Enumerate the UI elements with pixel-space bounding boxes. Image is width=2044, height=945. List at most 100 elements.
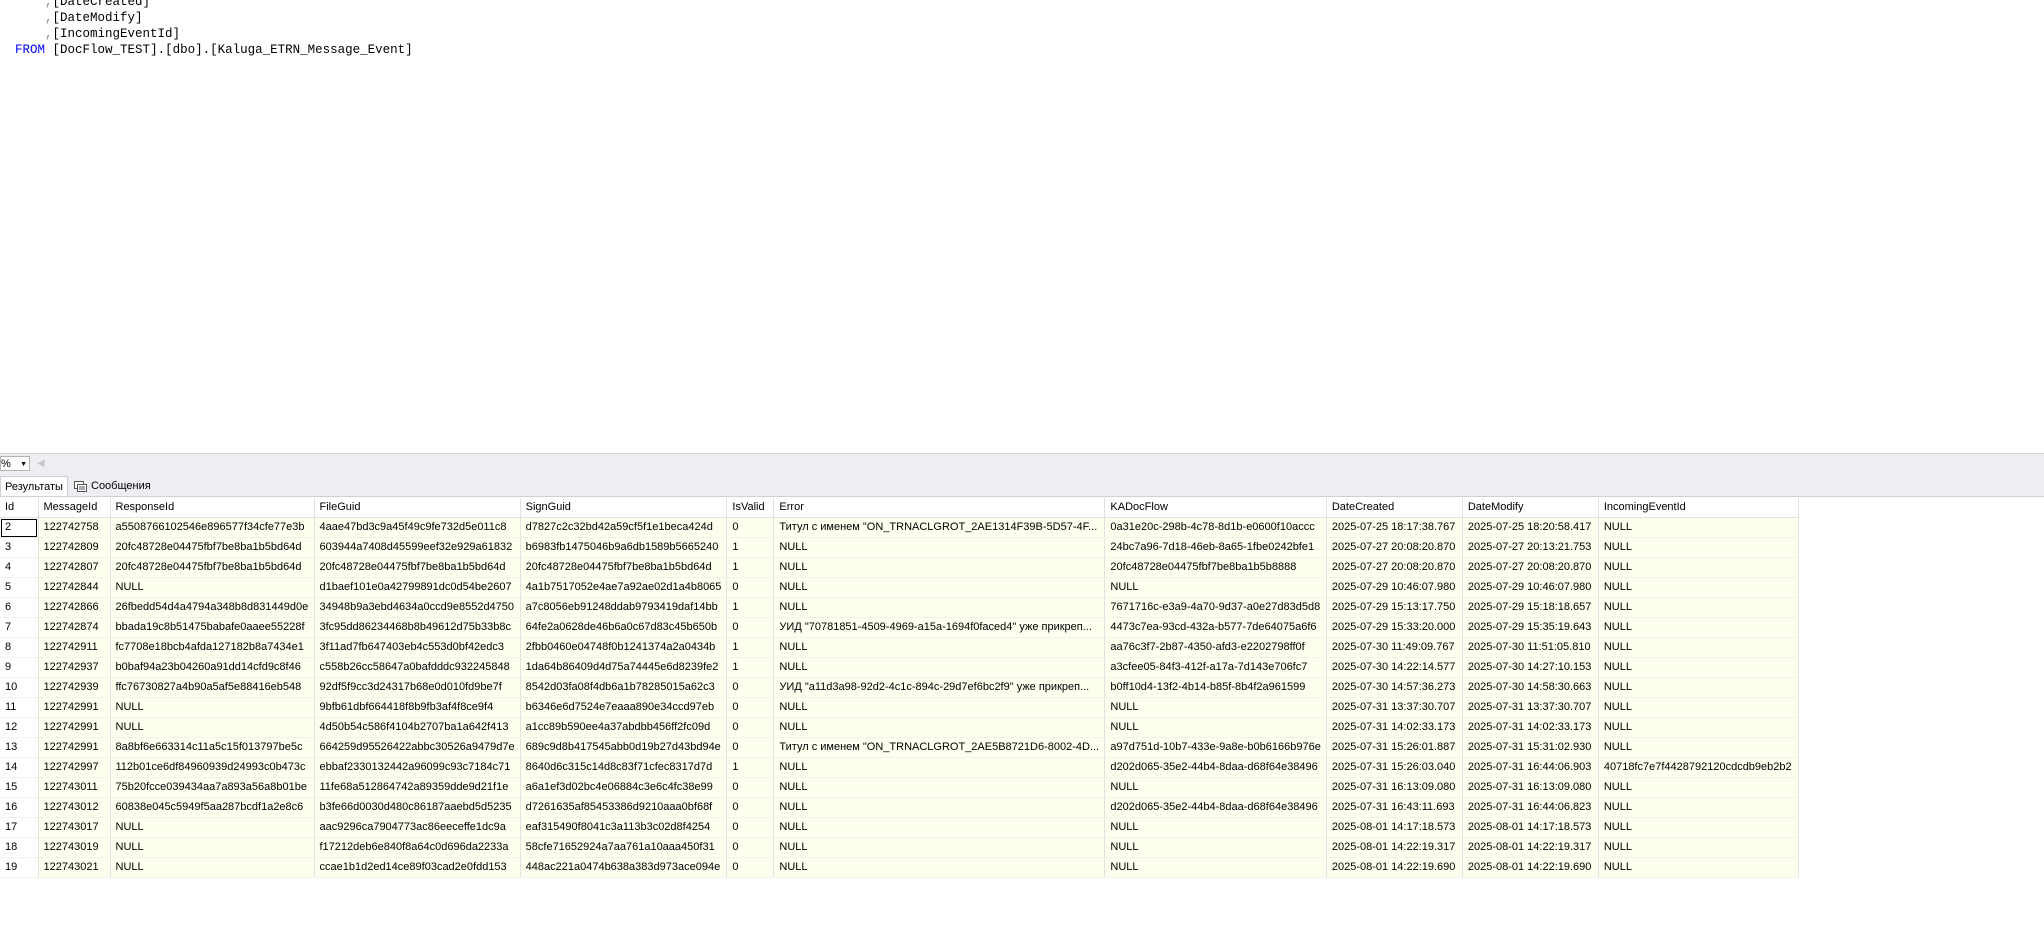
row-number[interactable]: 10 [0,677,39,698]
table-row[interactable]: 11 122742991 NULL 9bfb61dbf664418f8b9fb3af4… [0,697,1799,718]
code-line[interactable]: FROM [DocFlow_TEST].[dbo].[Kaluga_ETRN_M… [0,42,413,59]
grid-cell[interactable]: d1baef101e0a42799891dc0d54be2607 [314,577,521,598]
grid-cell[interactable]: 122743012 [38,797,111,818]
grid-cell[interactable]: NULL [110,697,315,718]
grid-cell[interactable]: УИД "70781851-4509-4969-a15a-1694f0faced… [773,617,1106,638]
grid-cell[interactable]: c558b26cc58647a0bafdddc932245848 [314,657,521,678]
grid-cell[interactable]: 0 [726,817,775,838]
grid-cell[interactable]: NULL [1598,517,1799,538]
grid-cell[interactable]: a1cc89b590ee4a37abdbb456ff2fc09d [520,717,728,738]
column-header-kadocflow[interactable]: KADocFlow [1104,498,1327,518]
grid-cell[interactable]: ebbaf2330132442a96099c93c7184c71 [314,757,521,778]
grid-cell[interactable]: NULL [773,657,1106,678]
grid-cell[interactable]: 2025-07-31 15:26:03.040 [1326,757,1463,778]
grid-cell[interactable]: 448ac221a0474b638a383d973ace094e [520,857,728,878]
row-number[interactable]: 13 [0,737,39,758]
tab-messages[interactable]: Сообщения [70,476,162,496]
row-number[interactable]: 3 [0,537,39,558]
grid-cell[interactable]: NULL [773,797,1106,818]
grid-cell[interactable]: 664259d95526422abbc30526a9479d7e [314,737,521,758]
grid-cell[interactable]: 20fc48728e04475fbf7be8ba1b5bd64d [110,557,315,578]
grid-cell[interactable]: 64fe2a0628de46b6a0c67d83c45b650b [520,617,728,638]
grid-cell[interactable]: NULL [1598,637,1799,658]
grid-cell[interactable]: 2025-07-31 15:31:02.930 [1462,737,1599,758]
row-number[interactable]: 2 [0,517,39,538]
grid-cell[interactable]: 0 [726,857,775,878]
grid-cell[interactable]: 2025-07-30 14:58:30.663 [1462,677,1599,698]
grid-cell[interactable]: b0baf94a23b04260a91dd14cfd9c8f46 [110,657,315,678]
grid-cell[interactable]: NULL [773,637,1106,658]
grid-cell[interactable]: NULL [1104,817,1327,838]
grid-cell[interactable]: 3f11ad7fb647403eb4c553d0bf42edc3 [314,637,521,658]
grid-cell[interactable]: b6346e6d7524e7eaaa890e34ccd97eb [520,697,728,718]
table-row[interactable]: 3 122742809 20fc48728e04475fbf7be8ba1b5bd6… [0,537,1799,558]
table-row[interactable]: 10 122742939 ffc76730827a4b90a5af5e88416eb… [0,677,1799,698]
row-number[interactable]: 6 [0,597,39,618]
grid-cell[interactable]: 2025-07-30 11:49:09.767 [1326,637,1463,658]
grid-cell[interactable]: 2025-08-01 14:17:18.573 [1326,817,1463,838]
table-row[interactable]: 12 122742991 NULL 4d50b54c586f4104b2707ba1a… [0,717,1799,738]
grid-cell[interactable]: 40718fc7e7f4428792120cdcdb9eb2b2 [1598,757,1799,778]
grid-cell[interactable]: NULL [773,597,1106,618]
grid-cell[interactable]: 2025-07-31 14:02:33.173 [1462,717,1599,738]
grid-cell[interactable]: 8a8bf6e663314c11a5c15f013797be5c [110,737,315,758]
row-number[interactable]: 17 [0,817,39,838]
grid-cell[interactable]: 20fc48728e04475fbf7be8ba1b5bd64d [110,537,315,558]
grid-cell[interactable]: 0a31e20c-298b-4c78-8d1b-e0600f10accc [1104,517,1327,538]
grid-cell[interactable]: 122742809 [38,537,111,558]
grid-cell[interactable]: NULL [773,817,1106,838]
column-header-datemodify[interactable]: DateModify [1462,498,1599,518]
grid-cell[interactable]: b6983fb1475046b9a6db1589b5665240 [520,537,728,558]
column-header-signguid[interactable]: SignGuid [520,498,728,518]
grid-cell[interactable]: NULL [1104,577,1327,598]
grid-cell[interactable]: 122742758 [38,517,111,538]
grid-cell[interactable]: 34948b9a3ebd4634a0ccd9e8552d4750 [314,597,521,618]
grid-cell[interactable]: NULL [1598,857,1799,878]
table-row[interactable]: 9 122742937 b0baf94a23b04260a91dd14cfd9c8f… [0,657,1799,678]
grid-cell[interactable]: NULL [773,557,1106,578]
grid-cell[interactable]: ffc76730827a4b90a5af5e88416eb548 [110,677,315,698]
grid-cell[interactable]: 2025-07-30 11:51:05.810 [1462,637,1599,658]
grid-cell[interactable]: NULL [773,697,1106,718]
code-line[interactable]: ,[DateModify] [0,10,143,27]
grid-cell[interactable]: 0 [726,617,775,638]
grid-cell[interactable]: NULL [1598,717,1799,738]
grid-cell[interactable]: NULL [1598,777,1799,798]
grid-cell[interactable]: NULL [773,837,1106,858]
column-header-isvalid[interactable]: IsValid [726,498,775,518]
code-line[interactable]: ,[IncomingEventId] [0,26,180,43]
grid-cell[interactable]: 0 [726,777,775,798]
grid-cell[interactable]: NULL [1104,777,1327,798]
grid-cell[interactable]: NULL [110,857,315,878]
column-header-id[interactable]: Id [0,498,39,518]
row-number[interactable]: 4 [0,557,39,578]
grid-cell[interactable]: NULL [110,577,315,598]
grid-cell[interactable]: 122743021 [38,857,111,878]
grid-cell[interactable]: NULL [1104,697,1327,718]
grid-cell[interactable]: 2025-07-31 16:13:09.080 [1326,777,1463,798]
row-number[interactable]: 8 [0,637,39,658]
table-row[interactable]: 19 122743021 NULL ccae1b1d2ed14ce89f03cad2e… [0,857,1799,878]
row-number[interactable]: 16 [0,797,39,818]
grid-cell[interactable]: fc7708e18bcb4afda127182b8a7434e1 [110,637,315,658]
zoom-dropdown[interactable]: % ▼ [0,456,30,471]
grid-cell[interactable]: NULL [1104,837,1327,858]
grid-cell[interactable]: NULL [110,817,315,838]
table-row[interactable]: 15 122743011 75b20fcce039434aa7a893a56a8b0… [0,777,1799,798]
grid-cell[interactable]: 122742939 [38,677,111,698]
grid-cell[interactable]: a6a1ef3d02bc4e06884c3e6c4fc38e99 [520,777,728,798]
grid-cell[interactable]: 122742991 [38,737,111,758]
grid-cell[interactable]: NULL [773,777,1106,798]
row-number[interactable]: 7 [0,617,39,638]
grid-cell[interactable]: 4473c7ea-93cd-432a-b577-7de64075a6f6 [1104,617,1327,638]
grid-cell[interactable]: 1 [726,597,775,618]
table-row[interactable]: 18 122743019 NULL f17212deb6e840f8a64c0d696… [0,837,1799,858]
grid-cell[interactable]: УИД "a11d3a98-92d2-4c1c-894c-29d7ef6bc2f… [773,677,1106,698]
column-header-error[interactable]: Error [773,498,1106,518]
grid-cell[interactable]: 0 [726,797,775,818]
grid-cell[interactable]: 1 [726,557,775,578]
grid-cell[interactable]: 2025-07-31 13:37:30.707 [1326,697,1463,718]
grid-cell[interactable]: 2025-07-27 20:08:20.870 [1326,557,1463,578]
grid-cell[interactable]: NULL [1598,537,1799,558]
grid-cell[interactable]: 2025-07-31 14:02:33.173 [1326,717,1463,738]
